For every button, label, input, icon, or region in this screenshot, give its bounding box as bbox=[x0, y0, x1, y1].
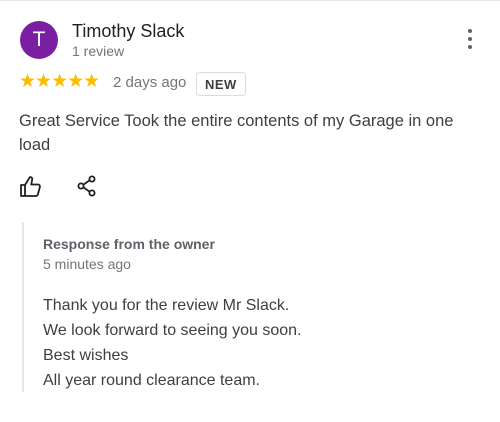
owner-response: Response from the owner 5 minutes ago Th… bbox=[22, 222, 479, 392]
share-icon[interactable] bbox=[75, 174, 99, 198]
avatar[interactable]: T bbox=[20, 21, 58, 59]
owner-response-text: Thank you for the review Mr Slack. We lo… bbox=[43, 293, 302, 393]
avatar-initial: T bbox=[32, 28, 46, 51]
thumbs-up-icon[interactable] bbox=[19, 175, 43, 199]
top-divider bbox=[0, 0, 500, 1]
owner-response-title: Response from the owner bbox=[43, 236, 215, 252]
owner-response-line: Thank you for the review Mr Slack. bbox=[43, 297, 290, 314]
more-options-icon[interactable] bbox=[463, 29, 477, 49]
review-date: 2 days ago bbox=[113, 74, 187, 91]
owner-response-line: All year round clearance team. bbox=[43, 372, 260, 389]
owner-response-line: We look forward to seeing you soon. bbox=[43, 322, 302, 339]
reviewer-name[interactable]: Timothy Slack bbox=[72, 21, 184, 42]
review-text: Great Service Took the entire contents o… bbox=[19, 112, 454, 154]
owner-response-line: Best wishes bbox=[43, 347, 129, 364]
star-rating: ★★★★★ bbox=[19, 71, 100, 92]
owner-response-time: 5 minutes ago bbox=[43, 256, 131, 272]
review-count: 1 review bbox=[72, 43, 125, 59]
new-badge: NEW bbox=[196, 72, 246, 96]
